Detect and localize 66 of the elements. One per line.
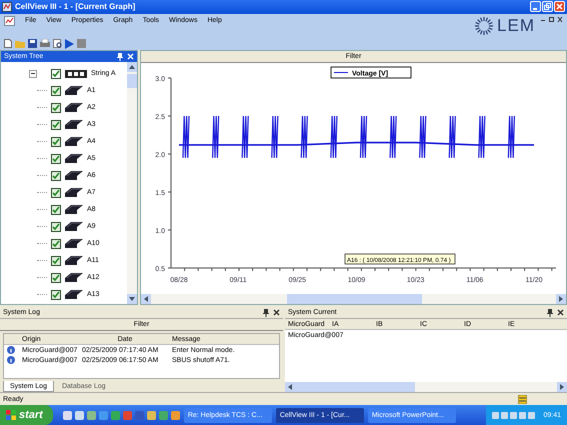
app-icon [2, 2, 12, 12]
module-icon [65, 103, 83, 112]
module-icon [65, 256, 83, 266]
module-icon [65, 154, 83, 164]
window-title: CellView III - 1 - [Current Graph] [15, 2, 136, 12]
module-icon [65, 120, 83, 130]
play-icon[interactable] [65, 38, 74, 49]
pin-icon[interactable] [547, 308, 553, 317]
new-file-icon[interactable] [4, 39, 12, 48]
window-controls-icon[interactable] [541, 16, 563, 23]
close-icon [556, 3, 563, 10]
module-icon [65, 239, 83, 248]
database-icon [518, 394, 527, 404]
module-icon [65, 222, 83, 232]
chart-icon[interactable] [4, 16, 15, 26]
close-icon[interactable] [557, 309, 564, 316]
brand-logo: LEM [497, 16, 535, 36]
checkbox[interactable] [51, 204, 61, 215]
checkbox[interactable] [51, 86, 61, 96]
checkbox[interactable] [51, 222, 61, 232]
checkbox[interactable] [51, 136, 61, 147]
close-icon[interactable] [273, 309, 280, 316]
print-icon[interactable] [40, 39, 50, 48]
scrollbar[interactable] [141, 294, 566, 304]
checkbox[interactable] [51, 170, 61, 181]
checkbox[interactable] [51, 154, 61, 164]
pin-icon[interactable] [263, 308, 269, 317]
checkbox[interactable] [51, 272, 61, 283]
checkbox[interactable] [51, 188, 61, 198]
info-icon [7, 356, 15, 364]
module-icon [65, 290, 83, 300]
print-preview-icon[interactable] [53, 39, 62, 48]
restore-button[interactable] [542, 1, 553, 12]
info-icon [7, 346, 15, 354]
scrollbar[interactable] [127, 62, 137, 304]
checkbox[interactable] [51, 256, 61, 266]
sunburst-icon [474, 16, 494, 36]
checkbox[interactable] [51, 238, 61, 249]
scroll-right-icon[interactable] [560, 384, 564, 390]
module-icon [65, 171, 83, 180]
scroll-thumb[interactable] [295, 382, 415, 392]
module-icon [65, 273, 83, 282]
minimize-button[interactable] [530, 1, 541, 12]
pin-icon[interactable] [117, 52, 123, 61]
windows-flag-icon [6, 410, 16, 420]
module-icon [65, 86, 83, 96]
checkbox[interactable] [51, 120, 61, 130]
scroll-thumb[interactable] [287, 294, 422, 304]
checkbox[interactable] [51, 290, 61, 300]
checkbox[interactable] [51, 68, 61, 79]
module-icon [65, 137, 83, 146]
scroll-up-icon[interactable] [129, 65, 135, 70]
module-icon [65, 205, 83, 214]
scroll-left-icon[interactable] [144, 296, 148, 302]
collapse-toggle[interactable] [29, 70, 37, 78]
checkbox[interactable] [51, 102, 61, 113]
module-icon [65, 188, 83, 198]
scrollbar[interactable] [285, 382, 567, 392]
restore-icon [544, 3, 551, 10]
close-button[interactable] [554, 1, 565, 12]
save-icon[interactable] [28, 39, 37, 48]
battery-string-icon [65, 70, 87, 78]
scroll-right-icon[interactable] [559, 296, 563, 302]
scroll-down-icon[interactable] [129, 297, 135, 302]
scroll-left-icon[interactable] [288, 384, 292, 390]
scroll-thumb[interactable] [127, 74, 137, 88]
